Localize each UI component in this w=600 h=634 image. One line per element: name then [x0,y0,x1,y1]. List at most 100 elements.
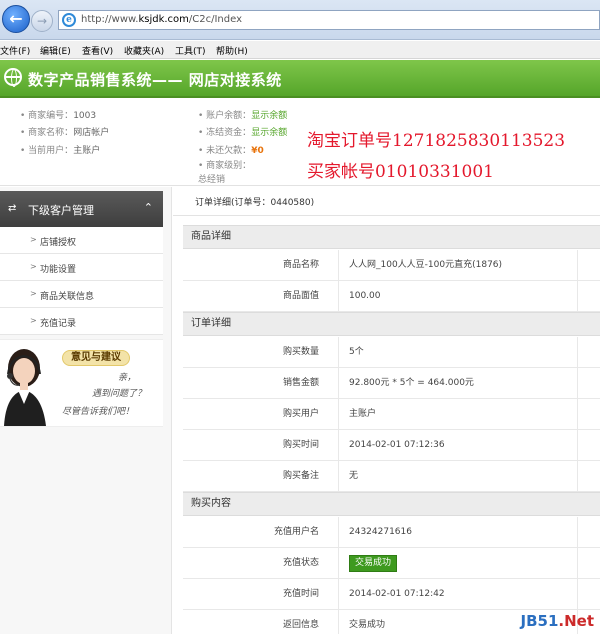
merchant-level-value: 总经销 [198,175,226,185]
menu-view[interactable]: 查看(V) [82,44,113,57]
row-label: 商品面值 [282,291,319,301]
feedback-line-2: 遇到问题了？ [92,389,147,399]
row-label: 购买时间 [282,440,319,450]
balance-label: 账户余额： [206,111,252,121]
row-value: 主账户 [349,409,377,419]
sidebar-item-label: 充值记录 [40,319,77,329]
row-label: 充值时间 [282,589,319,599]
balance-link[interactable]: 显示余额 [251,111,287,121]
row-value: 2014-02-01 07:12:36 [349,440,445,450]
sidebar-item-product-link-info[interactable]: > 商品关联信息 [0,281,163,308]
merchant-name-value: 网店帐户 [73,128,110,138]
forward-arrow-icon[interactable]: → [31,10,53,32]
row-value: 人人网_100人人豆-100元直充(1876) [349,260,503,270]
order-detail-panel: 订单详细(订单号：0440580) 商品详细 商品名称 人人网_100人人豆-1… [173,187,600,634]
app-header: 数字产品销售系统—— 网店对接系统 [0,60,600,98]
table-row: 购买时间 2014-02-01 07:12:36 [183,430,600,461]
section-order-detail: 订单详细 [183,312,600,336]
row-value: 92.800元 * 5个 = 464.000元 [349,378,474,388]
table-row: 购买数量 5个 [183,337,600,368]
row-value: 2014-02-01 07:12:42 [349,589,445,599]
table-row: 销售金额 92.800元 * 5个 = 464.000元 [183,368,600,399]
address-bar[interactable]: e http://www.ksjdk.com/C2c/Index [58,10,600,30]
globe-icon [4,68,22,87]
ie-logo-icon: e [62,13,76,27]
menu-file[interactable]: 文件(F) [0,44,30,57]
row-label: 购买备注 [282,471,319,481]
outstanding-debt: • 未还欠款：¥0 [198,146,264,156]
url-path: /C2c/Index [188,14,243,25]
sidebar-section-title: 下级客户管理 [28,204,94,217]
debt-value: ¥0 [251,146,264,156]
sidebar-item-label: 功能设置 [40,265,77,275]
site-watermark: JB51.Net [521,612,595,630]
buyer-account-annotation: 买家帐号01010331001 [307,162,494,182]
sidebar-item-recharge-records[interactable]: > 充值记录 [0,308,163,335]
feedback-badge: 意见与建议 [62,350,130,366]
swap-arrows-icon: ⇄ [8,203,17,214]
sidebar: ⇄ 下级客户管理 ⌃ > 店铺授权 > 功能设置 > 商品关联信息 > 充值记录… [0,187,172,634]
current-user-label: 当前用户： [28,146,74,156]
table-row: 充值时间 2014-02-01 07:12:42 [183,579,600,610]
back-arrow-icon[interactable]: ← [2,5,30,33]
account-info-bar: • 商家编号：1003 • 商家名称：网店帐户 • 当前用户：主账户 • 账户余… [0,99,600,186]
current-user: • 当前用户：主账户 [20,146,101,156]
chevron-right-icon: > [30,235,37,244]
table-row: 充值状态 交易成功 [183,548,600,579]
browser-menubar: 文件(F) 编辑(E) 查看(V) 收藏夹(A) 工具(T) 帮助(H) [0,41,600,59]
row-label: 销售金额 [282,378,319,388]
merchant-name: • 商家名称：网店帐户 [20,128,110,138]
menu-help[interactable]: 帮助(H) [216,44,248,57]
app-title: 数字产品销售系统—— 网店对接系统 [28,71,282,89]
merchant-level: • 商家级别： [198,161,252,171]
support-agent-avatar [4,349,46,426]
feedback-line-3: 尽管告诉我们吧！ [62,407,135,417]
divider [173,215,600,216]
chevron-right-icon: > [30,262,37,271]
merchant-no: • 商家编号：1003 [20,111,97,121]
account-balance: • 账户余额：显示余额 [198,111,288,121]
table-row: 商品名称 人人网_100人人豆-100元直充(1876) [183,250,600,281]
row-value: 交易成功 [349,548,398,578]
status-badge: 交易成功 [349,555,398,572]
debt-label: 未还欠款： [206,146,252,156]
merchant-no-value: 1003 [73,111,97,121]
row-value: 5个 [349,347,364,357]
row-label: 购买数量 [282,347,319,357]
url-prefix: http://www. [81,14,139,25]
menu-edit[interactable]: 编辑(E) [40,44,71,57]
frozen-label: 冻结资金： [206,128,252,138]
row-value: 交易成功 [349,620,386,630]
level-label: 商家级别： [206,161,252,171]
row-value: 24324271616 [349,527,412,537]
chevron-up-icon: ⌃ [143,201,153,214]
merchant-name-label: 商家名称： [28,128,74,138]
sidebar-item-label: 店铺授权 [40,238,77,248]
row-label: 充值状态 [282,558,319,568]
sidebar-item-store-authorization[interactable]: > 店铺授权 [0,227,163,254]
frozen-funds: • 冻结资金：显示余额 [198,128,288,138]
feedback-banner[interactable]: 意见与建议 亲， 遇到问题了？ 尽管告诉我们吧！ [0,339,163,427]
row-label: 充值用户名 [273,527,319,537]
merchant-no-label: 商家编号： [28,111,74,121]
order-detail-title: 订单详细(订单号：0440580) [195,198,315,208]
address-url[interactable]: http://www.ksjdk.com/C2c/Index [81,14,242,25]
sidebar-item-label: 商品关联信息 [40,292,95,302]
sidebar-item-function-settings[interactable]: > 功能设置 [0,254,163,281]
row-label: 商品名称 [282,260,319,270]
watermark-part-b: .Net [558,612,594,630]
sidebar-section-header[interactable]: ⇄ 下级客户管理 ⌃ [0,191,163,227]
menu-tools[interactable]: 工具(T) [175,44,206,57]
table-row: 购买用户 主账户 [183,399,600,430]
chevron-right-icon: > [30,316,37,325]
row-value: 100.00 [349,291,381,301]
chevron-right-icon: > [30,289,37,298]
current-user-value: 主账户 [73,146,101,156]
frozen-link[interactable]: 显示余额 [251,128,287,138]
table-row: 购买备注 无 [183,461,600,492]
feedback-line-1: 亲， [118,373,137,383]
menu-favorites[interactable]: 收藏夹(A) [124,44,164,57]
table-row: 充值用户名 24324271616 [183,517,600,548]
row-value: 无 [349,471,359,481]
watermark-part-a: JB51 [520,612,559,630]
